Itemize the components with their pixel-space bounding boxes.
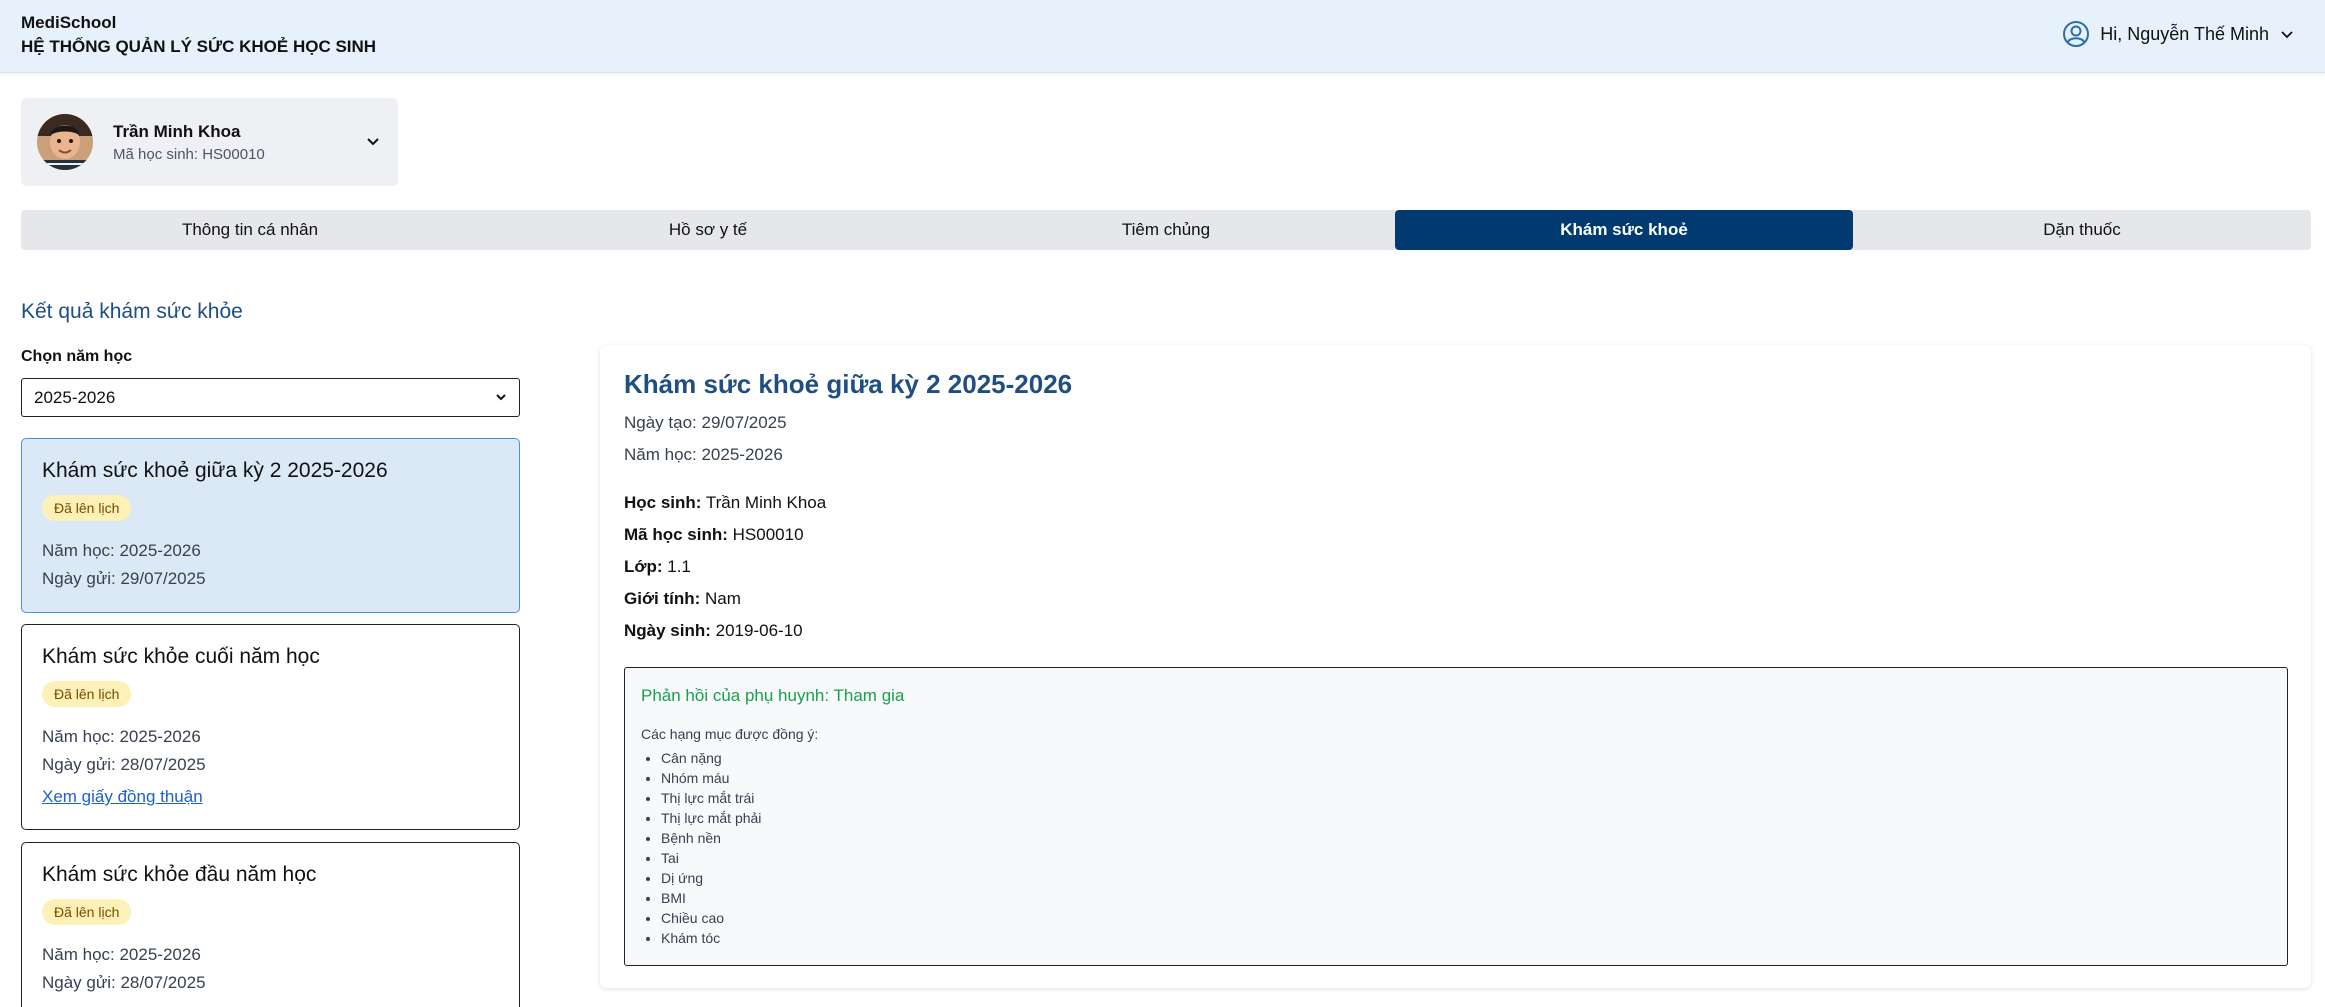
list-item: Thị lực mắt trái: [661, 788, 761, 808]
exam-title: Khám sức khỏe cuối năm học: [42, 645, 320, 668]
field-value: 1.1: [667, 557, 691, 576]
app-subtitle: HỆ THỐNG QUẢN LÝ SỨC KHOẺ HỌC SINH: [21, 37, 377, 56]
status-badge: Đã lên lịch: [42, 899, 132, 925]
year-select-label: Chọn năm học: [21, 348, 133, 365]
detail-student: Học sinh: Trần Minh Khoa: [624, 493, 826, 513]
field-value: 2019-06-10: [715, 621, 803, 640]
chevron-down-icon: [2279, 26, 2295, 42]
user-greeting: Hi, Nguyễn Thế Minh: [2100, 23, 2269, 44]
field-value: Nam: [705, 589, 741, 608]
app-name: MediSchool: [21, 13, 117, 32]
field-label: Lớp:: [624, 557, 663, 576]
tab-medical-record[interactable]: Hồ sơ y tế: [479, 210, 937, 250]
field-value: HS00010: [732, 525, 804, 544]
detail-title: Khám sức khoẻ giữa kỳ 2 2025-2026: [624, 369, 1073, 399]
exam-detail-panel: Khám sức khoẻ giữa kỳ 2 2025-2026 Ngày t…: [600, 345, 2311, 988]
status-badge: Đã lên lịch: [42, 681, 132, 707]
list-item: Bệnh nền: [661, 828, 761, 848]
exam-card[interactable]: Khám sức khỏe cuối năm học Đã lên lịch N…: [21, 624, 520, 830]
tab-health-check[interactable]: Khám sức khoẻ: [1395, 210, 1853, 250]
student-selector[interactable]: Trần Minh Khoa Mã học sinh: HS00010: [21, 98, 398, 186]
exam-sent-date: Ngày gửi: 28/07/2025: [42, 973, 206, 992]
avatar: [37, 114, 93, 170]
year-select[interactable]: 2025-2026: [21, 378, 520, 417]
field-label: Mã học sinh:: [624, 525, 728, 544]
list-item: BMI: [661, 888, 761, 908]
detail-class: Lớp: 1.1: [624, 557, 691, 577]
tab-vaccination[interactable]: Tiêm chủng: [937, 210, 1395, 250]
agreed-items-list: Cân nặng Nhóm máu Thị lực mắt trái Thị l…: [661, 748, 761, 948]
exam-title: Khám sức khoẻ giữa kỳ 2 2025-2026: [42, 459, 388, 482]
field-value: Trần Minh Khoa: [705, 493, 827, 512]
chevron-down-icon: [495, 388, 507, 408]
exam-sent-date: Ngày gửi: 29/07/2025: [42, 569, 206, 588]
parent-feedback-box: Phản hồi của phụ huynh: Tham gia Các hạn…: [624, 667, 2288, 966]
detail-dob: Ngày sinh: 2019-06-10: [624, 621, 803, 641]
chevron-down-icon[interactable]: [364, 132, 382, 155]
user-circle-icon: [2062, 20, 2090, 48]
exam-sent-date: Ngày gửi: 28/07/2025: [42, 755, 206, 774]
status-badge: Đã lên lịch: [42, 495, 132, 521]
field-label: Học sinh:: [624, 493, 702, 512]
student-name: Trần Minh Khoa: [113, 122, 241, 141]
exam-card[interactable]: Khám sức khỏe đầu năm học Đã lên lịch Nă…: [21, 842, 520, 1007]
year-select-value: 2025-2026: [34, 387, 116, 407]
tab-bar: Thông tin cá nhân Hồ sơ y tế Tiêm chủng …: [21, 210, 2311, 250]
list-item: Thị lực mắt phải: [661, 808, 761, 828]
list-item: Khám tóc: [661, 928, 761, 948]
exam-year: Năm học: 2025-2026: [42, 541, 201, 560]
exam-year: Năm học: 2025-2026: [42, 945, 201, 964]
section-title: Kết quả khám sức khỏe: [21, 300, 243, 323]
list-item: Chiều cao: [661, 908, 761, 928]
top-header: MediSchool HỆ THỐNG QUẢN LÝ SỨC KHOẺ HỌC…: [0, 0, 2325, 73]
list-item: Nhóm máu: [661, 768, 761, 788]
field-label: Giới tính:: [624, 589, 701, 608]
user-menu[interactable]: Hi, Nguyễn Thế Minh: [2062, 19, 2295, 49]
brand: MediSchool HỆ THỐNG QUẢN LÝ SỨC KHOẺ HỌC…: [21, 12, 376, 58]
tab-medication[interactable]: Dặn thuốc: [1853, 210, 2311, 250]
detail-school-year: Năm học: 2025-2026: [624, 445, 783, 464]
feedback-title: Phản hồi của phụ huynh: Tham gia: [641, 686, 905, 705]
view-consent-link[interactable]: Xem giấy đồng thuận: [42, 787, 203, 807]
agreed-items-label: Các hạng mục được đồng ý:: [641, 726, 819, 742]
list-item: Dị ứng: [661, 868, 761, 888]
exam-year: Năm học: 2025-2026: [42, 727, 201, 746]
list-item: Tai: [661, 848, 761, 868]
detail-gender: Giới tính: Nam: [624, 589, 741, 609]
tab-personal-info[interactable]: Thông tin cá nhân: [21, 210, 479, 250]
list-item: Cân nặng: [661, 748, 761, 768]
exam-title: Khám sức khỏe đầu năm học: [42, 863, 317, 886]
student-id: Mã học sinh: HS00010: [113, 146, 265, 163]
field-label: Ngày sinh:: [624, 621, 711, 640]
detail-student-id: Mã học sinh: HS00010: [624, 525, 804, 545]
detail-created-date: Ngày tạo: 29/07/2025: [624, 413, 787, 432]
exam-card[interactable]: Khám sức khoẻ giữa kỳ 2 2025-2026 Đã lên…: [21, 438, 520, 613]
